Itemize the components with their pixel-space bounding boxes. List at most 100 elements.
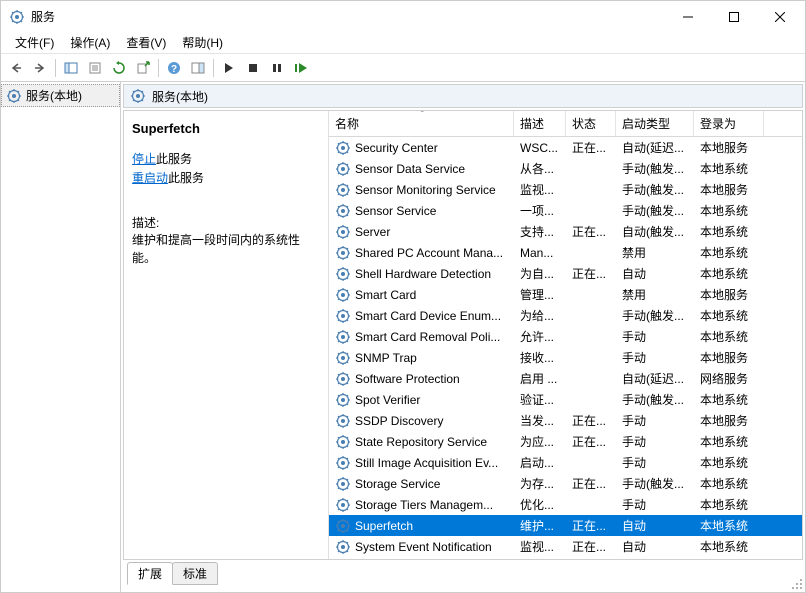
cell-logon: 本地系统 [694, 160, 764, 177]
tab-extended[interactable]: 扩展 [127, 562, 173, 585]
cell-start: 手动 [616, 433, 694, 450]
cell-desc: 监视... [514, 538, 566, 555]
restart-button[interactable] [290, 57, 312, 79]
export-button[interactable] [132, 57, 154, 79]
maximize-button[interactable] [711, 2, 757, 32]
service-row[interactable]: Sensor Service一项...手动(触发...本地系统 [329, 200, 802, 221]
menu-file[interactable]: 文件(F) [7, 32, 62, 53]
col-name[interactable]: 名称ˆ [329, 111, 514, 136]
pane-header-label: 服务(本地) [152, 88, 208, 105]
start-button[interactable] [218, 57, 240, 79]
service-row[interactable]: Smart Card管理...禁用本地服务 [329, 284, 802, 305]
service-row[interactable]: Spot Verifier验证...手动(触发...本地系统 [329, 389, 802, 410]
service-row[interactable]: SSDP Discovery当发...正在...手动本地服务 [329, 410, 802, 431]
cell-desc: 管理... [514, 286, 566, 303]
cell-logon: 本地系统 [694, 454, 764, 471]
menubar: 文件(F) 操作(A) 查看(V) 帮助(H) [1, 32, 805, 54]
service-row[interactable]: State Repository Service为应...正在...手动本地系统 [329, 431, 802, 452]
detail-pane: Superfetch 停止此服务 重启动此服务 描述: 维护和提高一段时间内的系… [124, 111, 329, 559]
properties-button[interactable] [84, 57, 106, 79]
cell-desc: 启用 ... [514, 370, 566, 387]
service-row[interactable]: Security CenterWSC...正在...自动(延迟...本地服务 [329, 137, 802, 158]
cell-start: 自动(延迟... [616, 370, 694, 387]
cell-start: 手动 [616, 454, 694, 471]
cell-logon: 本地系统 [694, 223, 764, 240]
cell-name: Spot Verifier [329, 392, 514, 408]
menu-action[interactable]: 操作(A) [62, 32, 118, 53]
cell-status: 正在... [566, 265, 616, 282]
service-row[interactable]: System Event Notification监视...正在...自动本地系… [329, 536, 802, 557]
col-status[interactable]: 状态 [566, 111, 616, 136]
cell-start: 禁用 [616, 286, 694, 303]
cell-logon: 本地服务 [694, 349, 764, 366]
back-button[interactable] [5, 57, 27, 79]
service-row[interactable]: Sensor Data Service从各...手动(触发...本地系统 [329, 158, 802, 179]
forward-button[interactable] [29, 57, 51, 79]
cell-desc: 维护... [514, 517, 566, 534]
resize-grip[interactable] [790, 577, 804, 591]
service-row[interactable]: Shell Hardware Detection为自...正在...自动本地系统 [329, 263, 802, 284]
service-row[interactable]: Software Protection启用 ...自动(延迟...网络服务 [329, 368, 802, 389]
help-button[interactable]: ? [163, 57, 185, 79]
cell-name: Server [329, 224, 514, 240]
cell-start: 自动 [616, 538, 694, 555]
cell-name: Shell Hardware Detection [329, 266, 514, 282]
cell-logon: 本地系统 [694, 307, 764, 324]
cell-start: 禁用 [616, 244, 694, 261]
stop-button[interactable] [242, 57, 264, 79]
pane-header: 服务(本地) [123, 84, 803, 108]
desc-label: 描述: [132, 214, 320, 231]
service-row[interactable]: Server支持...正在...自动(触发...本地系统 [329, 221, 802, 242]
list-rows[interactable]: Security CenterWSC...正在...自动(延迟...本地服务Se… [329, 137, 802, 559]
refresh-button[interactable] [108, 57, 130, 79]
cell-start: 手动(触发... [616, 202, 694, 219]
cell-start: 自动(触发... [616, 223, 694, 240]
cell-name: System Event Notification [329, 539, 514, 555]
cell-name: Shared PC Account Mana... [329, 245, 514, 261]
col-logon[interactable]: 登录为 [694, 111, 764, 136]
pause-button[interactable] [266, 57, 288, 79]
cell-start: 自动 [616, 265, 694, 282]
cell-name: Storage Tiers Managem... [329, 497, 514, 513]
cell-name: Sensor Monitoring Service [329, 182, 514, 198]
menu-view[interactable]: 查看(V) [118, 32, 174, 53]
action-pane-button[interactable] [187, 57, 209, 79]
service-row[interactable]: Sensor Monitoring Service监视...手动(触发...本地… [329, 179, 802, 200]
titlebar: 服务 [1, 1, 805, 32]
cell-logon: 本地系统 [694, 328, 764, 345]
cell-start: 手动 [616, 349, 694, 366]
cell-status: 正在... [566, 475, 616, 492]
cell-status: 正在... [566, 517, 616, 534]
show-hide-button[interactable] [60, 57, 82, 79]
service-row[interactable]: Storage Tiers Managem...优化...手动本地系统 [329, 494, 802, 515]
cell-start: 手动(触发... [616, 181, 694, 198]
cell-start: 手动 [616, 412, 694, 429]
service-row[interactable]: Shared PC Account Mana...Man...禁用本地系统 [329, 242, 802, 263]
tab-standard[interactable]: 标准 [172, 562, 218, 585]
cell-status: 正在... [566, 412, 616, 429]
cell-logon: 本地系统 [694, 244, 764, 261]
service-row[interactable]: Smart Card Device Enum...为给...手动(触发...本地… [329, 305, 802, 326]
menu-help[interactable]: 帮助(H) [174, 32, 231, 53]
service-row[interactable]: Storage Service为存...正在...手动(触发...本地系统 [329, 473, 802, 494]
cell-status: 正在... [566, 139, 616, 156]
col-start[interactable]: 启动类型 [616, 111, 694, 136]
cell-start: 手动(触发... [616, 475, 694, 492]
service-row[interactable]: SNMP Trap接收...手动本地服务 [329, 347, 802, 368]
cell-logon: 本地系统 [694, 496, 764, 513]
service-row[interactable]: Still Image Acquisition Ev...启动...手动本地系统 [329, 452, 802, 473]
minimize-button[interactable] [665, 2, 711, 32]
cell-name: Still Image Acquisition Ev... [329, 455, 514, 471]
cell-desc: 当发... [514, 412, 566, 429]
close-button[interactable] [757, 2, 803, 32]
service-row[interactable]: Superfetch维护...正在...自动本地系统 [329, 515, 802, 536]
tree-root[interactable]: 服务(本地) [1, 84, 120, 107]
service-row[interactable]: Smart Card Removal Poli...允许...手动本地系统 [329, 326, 802, 347]
cell-desc: 优化... [514, 496, 566, 513]
nav-tree[interactable]: 服务(本地) [1, 82, 121, 592]
cell-name: Software Protection [329, 371, 514, 387]
stop-link[interactable]: 停止 [132, 152, 156, 166]
restart-link[interactable]: 重启动 [132, 171, 168, 185]
window-title: 服务 [31, 8, 665, 25]
col-desc[interactable]: 描述 [514, 111, 566, 136]
